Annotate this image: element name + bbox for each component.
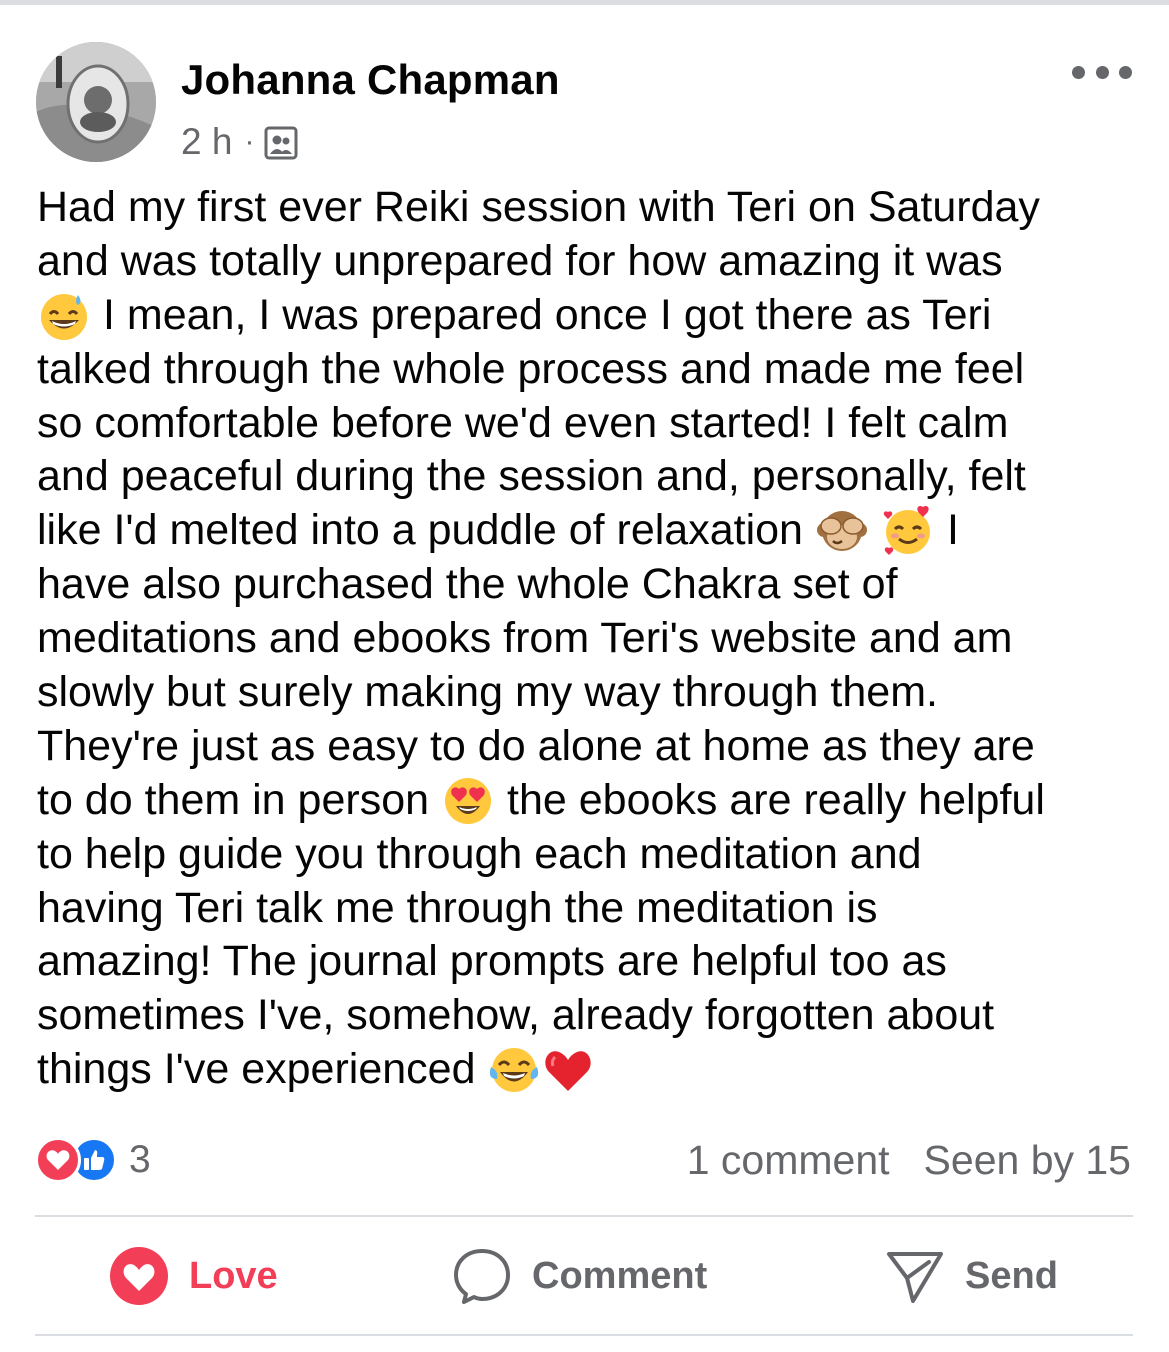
heart-eyes-emoji bbox=[441, 774, 495, 828]
comment-icon bbox=[454, 1249, 510, 1304]
post-text: Had my first ever Reiki session with Ter… bbox=[37, 181, 1152, 1097]
avatar[interactable] bbox=[36, 42, 156, 162]
love-icon bbox=[110, 1247, 168, 1305]
post-text-line: and was totally unprepared for how amazi… bbox=[37, 236, 1003, 285]
reaction-count: 3 bbox=[129, 1138, 151, 1181]
comment-label: Comment bbox=[532, 1254, 708, 1297]
author-name[interactable]: Johanna Chapman bbox=[181, 56, 560, 104]
post-text-line: meditations and ebooks from Teri's websi… bbox=[37, 614, 1013, 663]
divider bbox=[35, 1215, 1133, 1217]
love-button[interactable]: Love bbox=[109, 1218, 278, 1334]
post-text-line: I mean, I was prepared once I got there … bbox=[37, 289, 1152, 343]
post-text-line: having Teri talk me through the meditati… bbox=[37, 883, 878, 932]
post-text-line: so comfortable before we'd even started!… bbox=[37, 398, 1009, 447]
send-button[interactable]: Send bbox=[885, 1218, 1058, 1334]
post-text-line: to do them in person the ebooks are real… bbox=[37, 774, 1152, 828]
see-no-evil-monkey-emoji bbox=[815, 504, 869, 558]
post-text-line: talked through the whole process and mad… bbox=[37, 344, 1025, 393]
seen-by-count[interactable]: Seen by 15 bbox=[924, 1137, 1131, 1184]
send-label: Send bbox=[965, 1254, 1058, 1297]
post-text-line: They're just as easy to do alone at home… bbox=[37, 721, 1035, 770]
smiling-face-with-hearts-emoji bbox=[881, 504, 935, 558]
comment-count[interactable]: 1 comment bbox=[687, 1137, 890, 1184]
post-text-line: amazing! The journal prompts are helpful… bbox=[37, 937, 947, 986]
post-text-line: sometimes I've, somehow, already forgott… bbox=[37, 991, 995, 1040]
post-text-line: Had my first ever Reiki session with Ter… bbox=[37, 183, 1040, 231]
post-text-line: slowly but surely making my way through … bbox=[37, 668, 938, 717]
post-text-line: like I'd melted into a puddle of relaxat… bbox=[37, 504, 1152, 558]
post-text-line: and peaceful during the session and, per… bbox=[37, 452, 1026, 501]
more-options-icon[interactable] bbox=[1072, 58, 1132, 86]
post-time[interactable]: 2 h bbox=[181, 121, 232, 163]
top-separator bbox=[0, 0, 1169, 5]
action-bar: Love Comment Send bbox=[35, 1218, 1133, 1334]
meta-separator: · bbox=[244, 125, 255, 158]
post-text-line: have also purchased the whole Chakra set… bbox=[37, 560, 898, 609]
send-icon bbox=[887, 1252, 943, 1303]
comment-button[interactable]: Comment bbox=[452, 1218, 707, 1334]
grinning-sweat-emoji bbox=[37, 289, 91, 343]
tears-of-joy-emoji bbox=[487, 1043, 541, 1097]
post-text-line: to help guide you through each meditatio… bbox=[37, 829, 922, 878]
post-meta: 2 h · bbox=[181, 120, 298, 164]
reactions-summary[interactable]: 3 bbox=[35, 1136, 151, 1184]
post-stats: 1 comment Seen by 15 bbox=[687, 1136, 1131, 1184]
love-label: Love bbox=[189, 1254, 278, 1297]
divider bbox=[35, 1334, 1133, 1336]
group-audience-icon[interactable] bbox=[264, 126, 298, 160]
love-reaction-icon bbox=[35, 1137, 81, 1183]
post-text-line: things I've experienced bbox=[37, 1043, 1152, 1097]
red-heart-emoji bbox=[541, 1043, 595, 1097]
